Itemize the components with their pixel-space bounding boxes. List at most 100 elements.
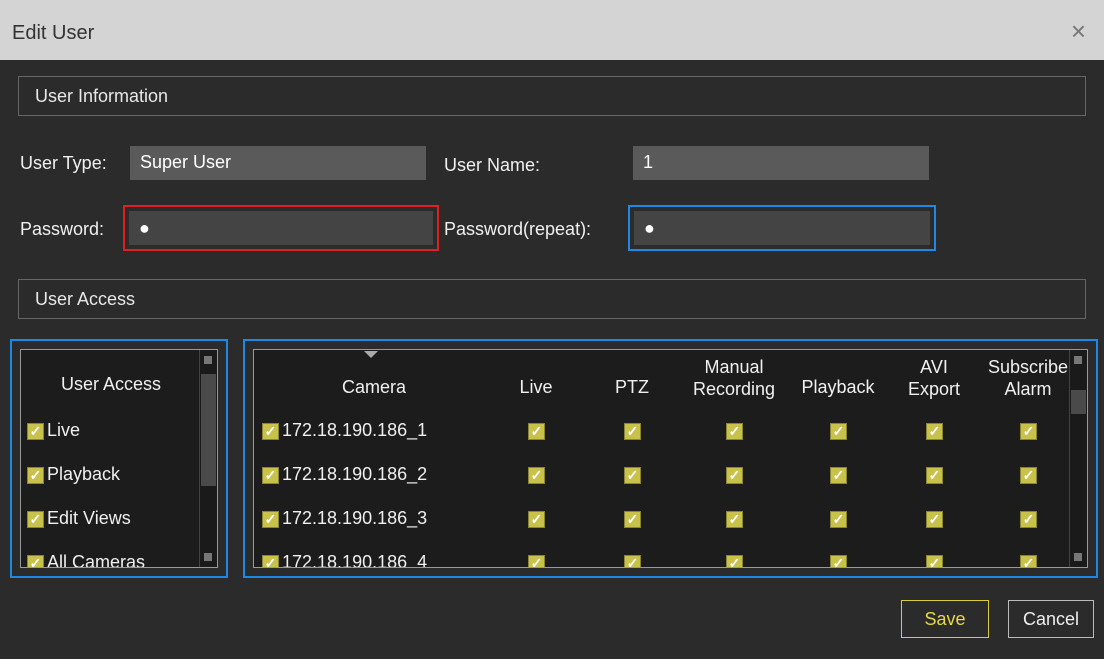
dialog-title: Edit User	[12, 22, 95, 44]
title-bar: Edit User ×	[0, 0, 1104, 60]
avi-export-checkbox[interactable]: ✓	[926, 423, 943, 440]
edit-user-dialog: Edit User × User Information User Type: …	[0, 0, 1104, 659]
checkbox[interactable]: ✓	[262, 510, 279, 528]
user-access-list-header: User Access	[60, 373, 162, 394]
column-header-manual-recording[interactable]: Manual Recording	[674, 356, 794, 400]
table-row[interactable]: ✓ 172.18.190.186_3	[262, 508, 427, 529]
checkmark-icon: ✓	[626, 511, 639, 527]
user-information-section: User Information	[18, 76, 1086, 116]
table-row[interactable]: ✓ 172.18.190.186_2	[262, 464, 427, 485]
user-access-section: User Access	[18, 279, 1086, 319]
password-field[interactable]: ●	[123, 205, 439, 251]
live-checkbox[interactable]: ✓	[528, 467, 545, 484]
column-header-subscribe-alarm[interactable]: Subscribe Alarm	[982, 356, 1074, 400]
user-name-label: User Name:	[444, 155, 541, 175]
checkmark-icon: ✓	[1022, 555, 1035, 568]
manual-recording-checkbox[interactable]: ✓	[726, 511, 743, 528]
cancel-button[interactable]: Cancel	[1008, 600, 1094, 638]
subscribe-alarm-checkbox[interactable]: ✓	[1020, 467, 1037, 484]
scroll-thumb[interactable]	[201, 374, 216, 486]
save-button[interactable]: Save	[901, 600, 989, 638]
checkbox[interactable]: ✓	[27, 510, 44, 528]
checkmark-icon: ✓	[530, 511, 543, 527]
avi-export-checkbox[interactable]: ✓	[926, 555, 943, 568]
user-access-list: User Access ✓ Live ✓ Playback ✓ Edit Views …	[20, 349, 218, 568]
checkmark-icon: ✓	[626, 467, 639, 483]
list-item-label: Playback	[47, 464, 121, 484]
checkmark-icon: ✓	[928, 511, 941, 527]
checkmark-icon: ✓	[626, 423, 639, 439]
checkmark-icon: ✓	[928, 555, 941, 568]
checkbox[interactable]: ✓	[27, 554, 44, 568]
ptz-checkbox[interactable]: ✓	[624, 467, 641, 484]
list-item-label: All Cameras	[47, 552, 146, 568]
password-repeat-field[interactable]: ●	[628, 205, 936, 251]
checkmark-icon: ✓	[728, 511, 741, 527]
scroll-thumb[interactable]	[1071, 390, 1086, 414]
user-access-panel: User Access ✓ Live ✓ Playback ✓ Edit Views …	[10, 339, 228, 578]
live-checkbox[interactable]: ✓	[528, 511, 545, 528]
playback-checkbox[interactable]: ✓	[830, 423, 847, 440]
live-checkbox[interactable]: ✓	[528, 555, 545, 567]
vertical-scrollbar[interactable]	[1069, 350, 1087, 567]
column-header-ptz[interactable]: PTZ	[592, 376, 672, 398]
close-icon[interactable]: ×	[1071, 18, 1086, 44]
checkbox[interactable]: ✓	[262, 554, 279, 567]
checkbox[interactable]: ✓	[262, 466, 279, 484]
checkmark-icon: ✓	[264, 466, 277, 483]
scroll-down-arrow[interactable]	[204, 553, 212, 561]
checkmark-icon: ✓	[832, 511, 845, 527]
manual-recording-checkbox[interactable]: ✓	[726, 423, 743, 440]
checkmark-icon: ✓	[264, 510, 277, 527]
list-item-label: Live	[47, 420, 81, 440]
playback-checkbox[interactable]: ✓	[830, 467, 847, 484]
user-type-field[interactable]: Super User	[130, 146, 426, 180]
list-item[interactable]: ✓ All Cameras	[27, 552, 146, 568]
table-row[interactable]: ✓ 172.18.190.186_4	[262, 552, 428, 568]
ptz-checkbox[interactable]: ✓	[624, 511, 641, 528]
camera-name: 172.18.190.186_4	[282, 552, 428, 568]
checkmark-icon: ✓	[832, 467, 845, 483]
vertical-scrollbar[interactable]	[199, 350, 217, 567]
ptz-checkbox[interactable]: ✓	[624, 555, 641, 568]
avi-export-checkbox[interactable]: ✓	[926, 511, 943, 528]
checkmark-icon: ✓	[29, 422, 42, 439]
scroll-up-arrow[interactable]	[1074, 356, 1082, 364]
checkmark-icon: ✓	[530, 423, 543, 439]
checkmark-icon: ✓	[626, 555, 639, 568]
scroll-down-arrow[interactable]	[1074, 553, 1082, 561]
checkmark-icon: ✓	[728, 423, 741, 439]
checkmark-icon: ✓	[728, 555, 741, 568]
manual-recording-checkbox[interactable]: ✓	[726, 555, 743, 568]
checkmark-icon: ✓	[29, 554, 42, 568]
playback-checkbox[interactable]: ✓	[830, 555, 847, 568]
column-header-camera[interactable]: Camera	[314, 376, 434, 398]
checkmark-icon: ✓	[928, 423, 941, 439]
scroll-up-arrow[interactable]	[204, 356, 212, 364]
list-item[interactable]: ✓ Edit Views	[27, 508, 131, 529]
checkmark-icon: ✓	[832, 555, 845, 568]
sort-caret-icon[interactable]	[364, 351, 378, 359]
playback-checkbox[interactable]: ✓	[830, 511, 847, 528]
column-header-live[interactable]: Live	[496, 376, 576, 398]
manual-recording-checkbox[interactable]: ✓	[726, 467, 743, 484]
table-row[interactable]: ✓ 172.18.190.186_1	[262, 420, 427, 441]
live-checkbox[interactable]: ✓	[528, 423, 545, 440]
avi-export-checkbox[interactable]: ✓	[926, 467, 943, 484]
checkbox[interactable]: ✓	[27, 466, 44, 484]
list-item[interactable]: ✓ Playback	[27, 464, 120, 485]
checkmark-icon: ✓	[1022, 467, 1035, 483]
list-item[interactable]: ✓ Live	[27, 420, 80, 441]
ptz-checkbox[interactable]: ✓	[624, 423, 641, 440]
column-header-playback[interactable]: Playback	[788, 376, 888, 398]
subscribe-alarm-checkbox[interactable]: ✓	[1020, 423, 1037, 440]
user-name-field[interactable]: 1	[633, 146, 929, 180]
checkmark-icon: ✓	[264, 422, 277, 439]
password-repeat-input[interactable]: ●	[634, 211, 930, 245]
subscribe-alarm-checkbox[interactable]: ✓	[1020, 511, 1037, 528]
subscribe-alarm-checkbox[interactable]: ✓	[1020, 555, 1037, 568]
column-header-avi-export[interactable]: AVI Export	[894, 356, 974, 400]
password-input[interactable]: ●	[129, 211, 433, 245]
checkbox[interactable]: ✓	[262, 422, 279, 440]
checkbox[interactable]: ✓	[27, 422, 44, 440]
